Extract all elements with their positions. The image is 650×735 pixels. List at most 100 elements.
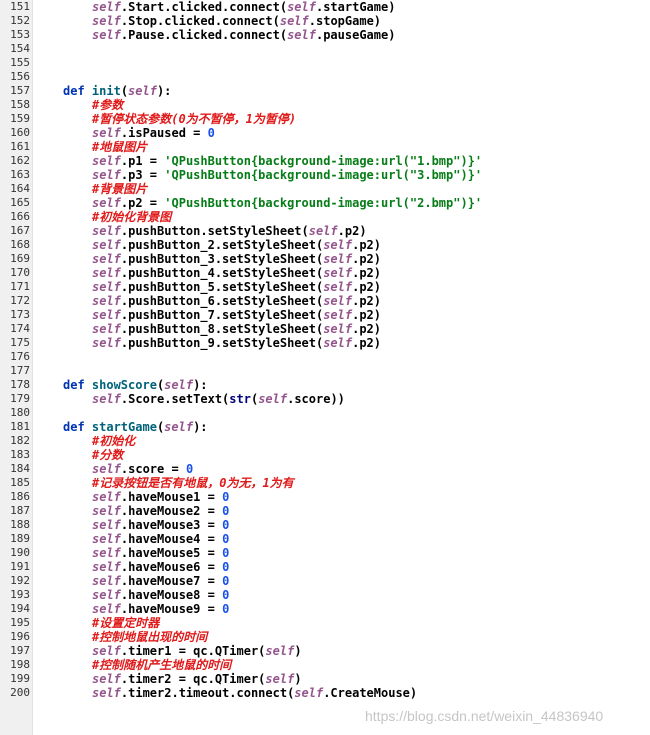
code-line[interactable]: 180 bbox=[0, 406, 650, 420]
code-line[interactable]: 158 #参数 bbox=[0, 98, 650, 112]
code-line[interactable]: 179 self.Score.setText(str(self.score)) bbox=[0, 392, 650, 406]
code-text: .pushButton_3.setStyleSheet( bbox=[120, 252, 324, 266]
code-content: self.pushButton_4.setStyleSheet(self.p2) bbox=[92, 266, 381, 280]
code-line[interactable]: 177 bbox=[0, 364, 650, 378]
line-number: 176 bbox=[10, 350, 30, 363]
code-line[interactable]: 166 #初始化背景图 bbox=[0, 210, 650, 224]
code-line[interactable]: 197 self.timer1 = qc.QTimer(self) bbox=[0, 644, 650, 658]
line-number: 178 bbox=[10, 378, 30, 391]
code-line[interactable]: 198 #控制随机产生地鼠的时间 bbox=[0, 658, 650, 672]
code-text: .pushButton_6.setStyleSheet( bbox=[120, 294, 324, 308]
code-content: #地鼠图片 bbox=[92, 140, 147, 154]
code-line[interactable]: 199 self.timer2 = qc.QTimer(self) bbox=[0, 672, 650, 686]
code-content: #控制随机产生地鼠的时间 bbox=[92, 658, 231, 672]
code-text: .isPaused = bbox=[120, 126, 208, 140]
code-line[interactable]: 172 self.pushButton_6.setStyleSheet(self.… bbox=[0, 294, 650, 308]
code-line[interactable]: 170 self.pushButton_4.setStyleSheet(self.… bbox=[0, 266, 650, 280]
comment: #地鼠图片 bbox=[92, 140, 148, 154]
self-keyword: self bbox=[92, 532, 121, 546]
code-line[interactable]: 153 self.Pause.clicked.connect(self.pause… bbox=[0, 28, 650, 42]
code-content: self.isPaused = 0 bbox=[92, 126, 215, 140]
code-line[interactable]: 163 self.p3 = 'QPushButton{background-ima… bbox=[0, 168, 650, 182]
code-line[interactable]: 167 self.pushButton.setStyleSheet(self.p2… bbox=[0, 224, 650, 238]
self-keyword: self bbox=[323, 294, 353, 308]
code-line[interactable]: 181 def startGame(self): bbox=[0, 420, 650, 434]
code-line[interactable]: 185 #记录按钮是否有地鼠，0为无，1为有 bbox=[0, 476, 650, 490]
self-keyword: self bbox=[265, 672, 295, 686]
code-text: .score = bbox=[120, 462, 186, 476]
code-content: #控制地鼠出现的时间 bbox=[92, 630, 207, 644]
line-number: 200 bbox=[10, 686, 30, 699]
def-keyword: def bbox=[63, 378, 92, 392]
self-keyword: self bbox=[92, 280, 121, 294]
line-number: 157 bbox=[10, 84, 30, 97]
code-line[interactable]: 195 #设置定时器 bbox=[0, 616, 650, 630]
code-content: self.haveMouse6 = 0 bbox=[92, 560, 229, 574]
code-line[interactable]: 184 self.score = 0 bbox=[0, 462, 650, 476]
code-content: def init(self): bbox=[63, 84, 171, 98]
code-line[interactable]: 194 self.haveMouse9 = 0 bbox=[0, 602, 650, 616]
code-line[interactable]: 176 bbox=[0, 350, 650, 364]
function-name: init bbox=[91, 84, 121, 98]
line-number: 199 bbox=[10, 672, 30, 685]
code-line[interactable]: 188 self.haveMouse3 = 0 bbox=[0, 518, 650, 532]
self-keyword: self bbox=[92, 322, 121, 336]
code-line[interactable]: 152 self.Stop.clicked.connect(self.stopGa… bbox=[0, 14, 650, 28]
code-line[interactable]: 162 self.p1 = 'QPushButton{background-ima… bbox=[0, 154, 650, 168]
code-line[interactable]: 171 self.pushButton_5.setStyleSheet(self.… bbox=[0, 280, 650, 294]
code-line[interactable]: 155 bbox=[0, 56, 650, 70]
code-text: .pushButton_4.setStyleSheet( bbox=[120, 266, 324, 280]
code-line[interactable]: 183 #分数 bbox=[0, 448, 650, 462]
code-content: self.p2 = 'QPushButton{background-image:… bbox=[92, 196, 482, 210]
code-line[interactable]: 200 self.timer2.timeout.connect(self.Crea… bbox=[0, 686, 650, 700]
number-literal: 0 bbox=[185, 462, 194, 476]
self-keyword: self bbox=[287, 28, 316, 42]
watermark: https://blog.csdn.net/weixin_44836940 bbox=[365, 708, 604, 724]
number-literal: 0 bbox=[222, 588, 230, 602]
code-line[interactable]: 151 self.Start.clicked.connect(self.start… bbox=[0, 0, 650, 14]
code-line[interactable]: 196 #控制地鼠出现的时间 bbox=[0, 630, 650, 644]
code-line[interactable]: 169 self.pushButton_3.setStyleSheet(self.… bbox=[0, 252, 650, 266]
code-line[interactable]: 175 self.pushButton_9.setStyleSheet(self.… bbox=[0, 336, 650, 350]
function-name: startGame bbox=[91, 420, 157, 434]
code-line[interactable]: 192 self.haveMouse7 = 0 bbox=[0, 574, 650, 588]
line-number: 193 bbox=[10, 588, 30, 601]
self-keyword: self bbox=[287, 0, 316, 14]
line-number: 174 bbox=[10, 322, 30, 335]
code-line[interactable]: 173 self.pushButton_7.setStyleSheet(self.… bbox=[0, 308, 650, 322]
code-text: .pauseGame) bbox=[315, 28, 396, 42]
code-text: .score)) bbox=[287, 392, 345, 406]
code-line[interactable]: 168 self.pushButton_2.setStyleSheet(self.… bbox=[0, 238, 650, 252]
self-keyword: self bbox=[323, 252, 353, 266]
code-line[interactable]: 157 def init(self): bbox=[0, 84, 650, 98]
code-line[interactable]: 160 self.isPaused = 0 bbox=[0, 126, 650, 140]
self-keyword: self bbox=[92, 644, 121, 658]
code-line[interactable]: 193 self.haveMouse8 = 0 bbox=[0, 588, 650, 602]
line-number: 191 bbox=[10, 560, 30, 573]
code-line[interactable]: 182 #初始化 bbox=[0, 434, 650, 448]
line-number: 154 bbox=[10, 42, 30, 55]
code-content: self.haveMouse4 = 0 bbox=[92, 532, 229, 546]
line-number: 159 bbox=[10, 112, 30, 125]
code-line[interactable]: 165 self.p2 = 'QPushButton{background-ima… bbox=[0, 196, 650, 210]
code-text: .stopGame) bbox=[308, 14, 382, 28]
code-line[interactable]: 161 #地鼠图片 bbox=[0, 140, 650, 154]
code-content: #初始化 bbox=[92, 434, 135, 448]
code-line[interactable]: 190 self.haveMouse5 = 0 bbox=[0, 546, 650, 560]
code-content: #设置定时器 bbox=[92, 616, 159, 630]
code-editor[interactable]: 151 self.Start.clicked.connect(self.start… bbox=[0, 0, 650, 735]
code-text: ) bbox=[294, 672, 302, 686]
code-line[interactable]: 154 bbox=[0, 42, 650, 56]
self-keyword: self bbox=[92, 14, 121, 28]
code-line[interactable]: 186 self.haveMouse1 = 0 bbox=[0, 490, 650, 504]
code-line[interactable]: 178 def showScore(self): bbox=[0, 378, 650, 392]
code-line[interactable]: 191 self.haveMouse6 = 0 bbox=[0, 560, 650, 574]
self-keyword: self bbox=[92, 490, 121, 504]
code-content: self.pushButton_6.setStyleSheet(self.p2) bbox=[92, 294, 381, 308]
code-line[interactable]: 159 #暂停状态参数(0为不暂停，1为暂停) bbox=[0, 112, 650, 126]
code-line[interactable]: 187 self.haveMouse2 = 0 bbox=[0, 504, 650, 518]
code-line[interactable]: 174 self.pushButton_8.setStyleSheet(self.… bbox=[0, 322, 650, 336]
code-line[interactable]: 156 bbox=[0, 70, 650, 84]
code-line[interactable]: 164 #背景图片 bbox=[0, 182, 650, 196]
code-line[interactable]: 189 self.haveMouse4 = 0 bbox=[0, 532, 650, 546]
